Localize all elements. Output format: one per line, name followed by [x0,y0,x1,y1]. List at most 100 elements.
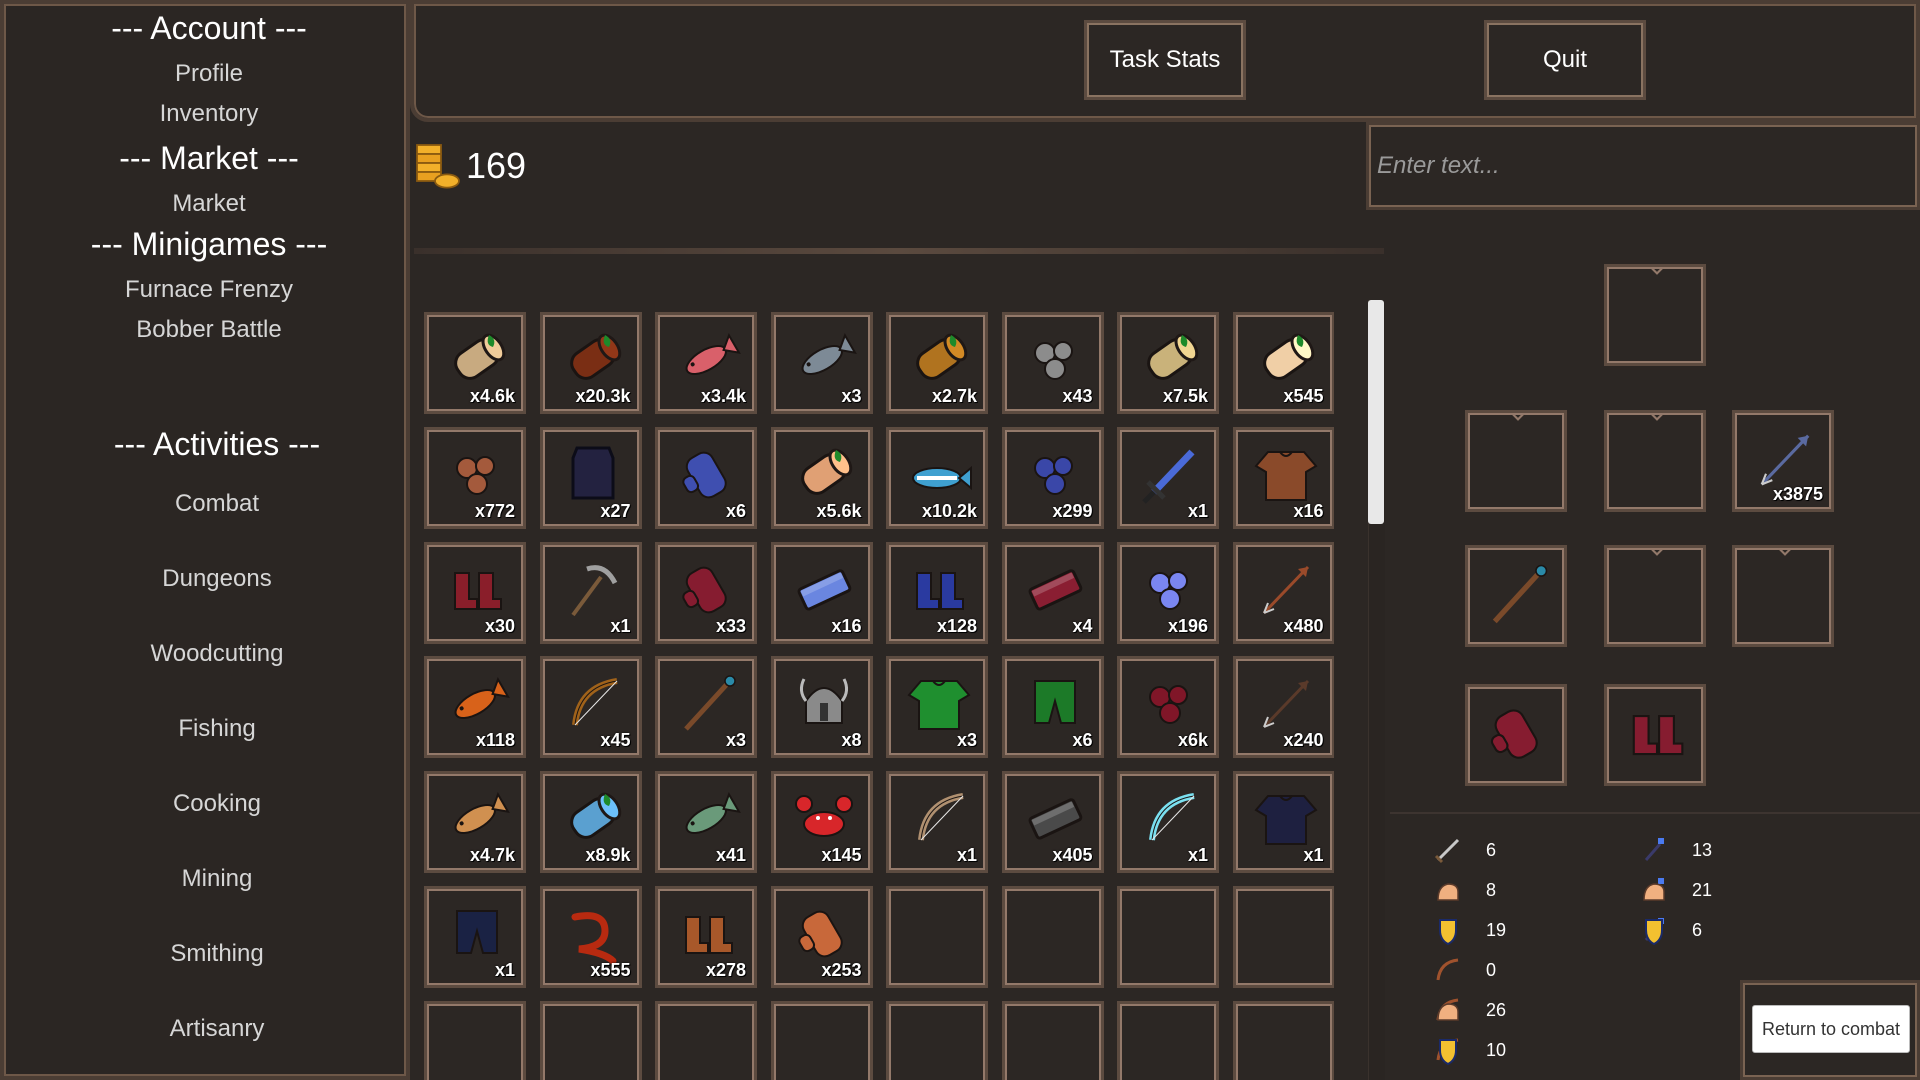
inventory-slot[interactable]: x545 [1232,312,1334,414]
market-header: --- Market --- [119,140,299,176]
sidebar-item-smithing[interactable]: Smithing [12,940,422,968]
sidebar-item-artisanry[interactable]: Artisanry [12,1015,422,1043]
inventory-slot[interactable]: x1 [424,886,526,988]
stat-row: 21 [1638,872,1712,908]
inventory-slot[interactable]: x128 [886,541,988,644]
sidebar-item-mining[interactable]: Mining [12,865,422,893]
sidebar-item-bobber-battle[interactable]: Bobber Battle [4,316,414,344]
equipment-slot-hands[interactable] [1465,684,1567,786]
inventory-slot[interactable]: x3 [770,312,873,414]
stat-value: 26 [1486,999,1507,1020]
inventory-slot[interactable]: x8 [770,656,873,759]
inventory-slot[interactable]: x4 [1001,541,1104,644]
scrollbar-thumb[interactable] [1368,300,1384,524]
inventory-slot[interactable]: x405 [1001,771,1104,874]
green-pants-icon [1033,680,1076,725]
inventory-slot[interactable]: x145 [770,771,873,874]
inventory-slot[interactable]: x7.5k [1117,312,1219,414]
inventory-slot[interactable]: x3.4k [655,312,757,414]
inventory-slot[interactable]: x118 [424,656,526,759]
gold-amount: 169 [466,145,527,186]
inventory-slot[interactable]: x10.2k [886,426,988,529]
inventory-slot[interactable]: x33 [655,541,757,644]
inventory-slot[interactable]: x20.3k [539,312,642,414]
task-stats-button[interactable]: Task Stats [1084,20,1246,100]
quit-button[interactable]: Quit [1484,20,1646,100]
item-quantity: x278 [705,960,746,980]
item-quantity: x545 [1283,386,1324,406]
equipment-slot-ammo[interactable]: x3875 [1732,410,1834,512]
inventory-slot[interactable]: x3 [886,656,988,759]
striped-fish-icon [912,465,972,490]
inventory-slot[interactable]: x27 [539,426,642,529]
equipment-slot-head[interactable] [1604,264,1706,366]
sidebar-item-inventory[interactable]: Inventory [4,100,414,128]
inventory-slot[interactable]: x240 [1232,656,1334,759]
golden-fish-icon [454,792,510,835]
inventory-slot[interactable] [1117,1000,1219,1080]
inventory-slot[interactable]: x1 [539,541,642,644]
inventory-slot[interactable]: x43 [1001,312,1104,414]
inventory-slot[interactable]: x299 [1001,426,1104,529]
sidebar-item-profile[interactable]: Profile [4,60,414,88]
inventory-slot[interactable] [1232,886,1334,988]
sidebar-item-market[interactable]: Market [4,190,414,218]
text-input[interactable] [1366,122,1920,210]
sidebar-item-combat[interactable]: Combat [12,490,422,518]
inventory-slot[interactable]: x772 [424,426,526,529]
inventory-slot[interactable]: x3 [655,656,757,759]
magic-defence-icon [1644,918,1664,946]
inventory-slot[interactable]: x16 [1232,426,1334,529]
inventory-slot[interactable] [1117,886,1219,988]
inventory-slot[interactable] [886,886,988,988]
equipment-slot-feet[interactable] [1604,684,1706,786]
inventory-slot[interactable]: x6k [1117,656,1219,759]
inventory-slot[interactable]: x480 [1232,541,1334,644]
sidebar-item-cooking[interactable]: Cooking [12,790,422,818]
inventory-slot[interactable]: x1 [1117,771,1219,874]
equipment-slot-weapon[interactable] [1465,545,1567,647]
inventory-slot[interactable]: x2.7k [886,312,988,414]
inventory-slot[interactable] [770,1000,873,1080]
inventory-slot[interactable]: x4.6k [424,312,526,414]
equipment-slot-shield[interactable] [1732,545,1834,647]
inventory-slot[interactable]: x1 [1232,771,1334,874]
inventory-slot[interactable]: x6 [655,426,757,529]
inventory-slot[interactable]: x1 [886,771,988,874]
item-quantity: x6k [1177,730,1208,751]
inventory-slot[interactable]: x196 [1117,541,1219,644]
equipment-slot-body[interactable] [1604,545,1706,647]
red-boots-icon [1632,715,1684,756]
inventory-slot[interactable] [424,1000,526,1080]
sidebar-item-furnace-frenzy[interactable]: Furnace Frenzy [4,276,414,304]
mahogany-log-icon [569,333,621,380]
inventory-slot[interactable]: x555 [539,886,642,988]
sidebar-item-woodcutting[interactable]: Woodcutting [12,640,422,668]
item-quantity: x772 [474,500,515,521]
inventory-slot[interactable]: x1 [1117,426,1219,529]
sidebar-item-fishing[interactable]: Fishing [12,715,422,743]
inventory-slot[interactable]: x45 [539,656,642,759]
inventory-slot[interactable]: x278 [655,886,757,988]
inventory-slot[interactable] [539,1000,642,1080]
inventory-slot[interactable] [1001,1000,1104,1080]
equipment-slot-neck[interactable] [1604,410,1706,512]
inventory-slot[interactable]: x6 [1001,656,1104,759]
return-to-combat-button[interactable]: Return to combat [1752,1005,1910,1053]
inventory-slot[interactable]: x16 [770,541,873,644]
inventory-slot[interactable] [655,1000,757,1080]
sidebar-item-dungeons[interactable]: Dungeons [12,565,422,593]
inventory-slot[interactable] [886,1000,988,1080]
inventory-slot[interactable]: x41 [655,771,757,874]
inventory-slot[interactable]: x5.6k [770,426,873,529]
inventory-slot[interactable]: x4.7k [424,771,526,874]
inventory-slot[interactable]: x30 [424,541,526,644]
equipment-slot-cape[interactable] [1465,410,1567,512]
inventory-slot[interactable] [1232,1000,1334,1080]
inventory-slot[interactable]: x253 [770,886,873,988]
stat-row: 13 [1638,832,1712,868]
green-fish-icon [685,792,741,835]
item-quantity: x10.2k [921,500,977,521]
inventory-slot[interactable]: x8.9k [539,771,642,874]
inventory-slot[interactable] [1001,886,1104,988]
